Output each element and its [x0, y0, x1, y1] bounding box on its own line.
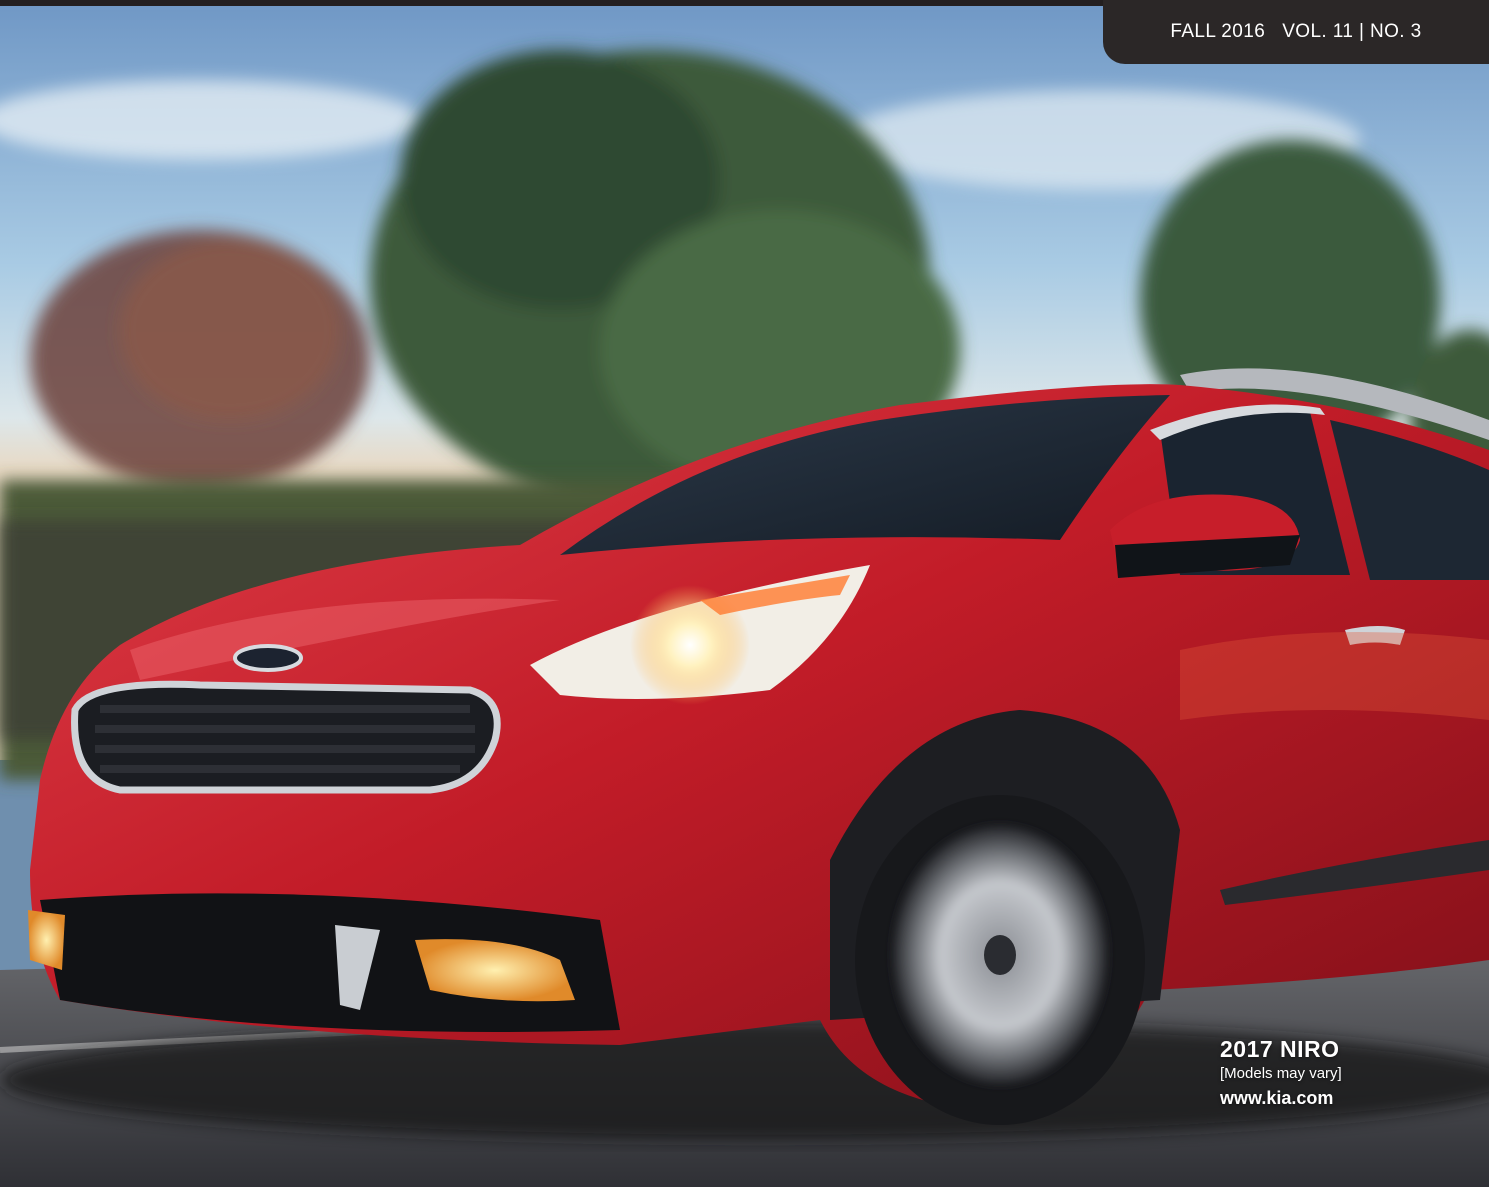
grille — [71, 680, 501, 794]
issue-volume: VOL. 11 | NO. 3 — [1282, 21, 1422, 42]
website-link[interactable]: www.kia.com — [1220, 1088, 1342, 1109]
model-name: 2017 NIRO — [1220, 1036, 1340, 1062]
photo-caption: 2017 NIRO [Models may vary] www.kia.com — [1220, 1036, 1342, 1109]
fog-light-left — [28, 910, 65, 970]
cover-photo — [0, 0, 1489, 1187]
issue-tab: FALL 2016 VOL. 11 | NO. 3 — [1103, 0, 1489, 64]
brand-badge — [233, 644, 303, 672]
issue-season: FALL 2016 — [1170, 21, 1266, 42]
model-note: [Models may vary] — [1220, 1065, 1342, 1082]
